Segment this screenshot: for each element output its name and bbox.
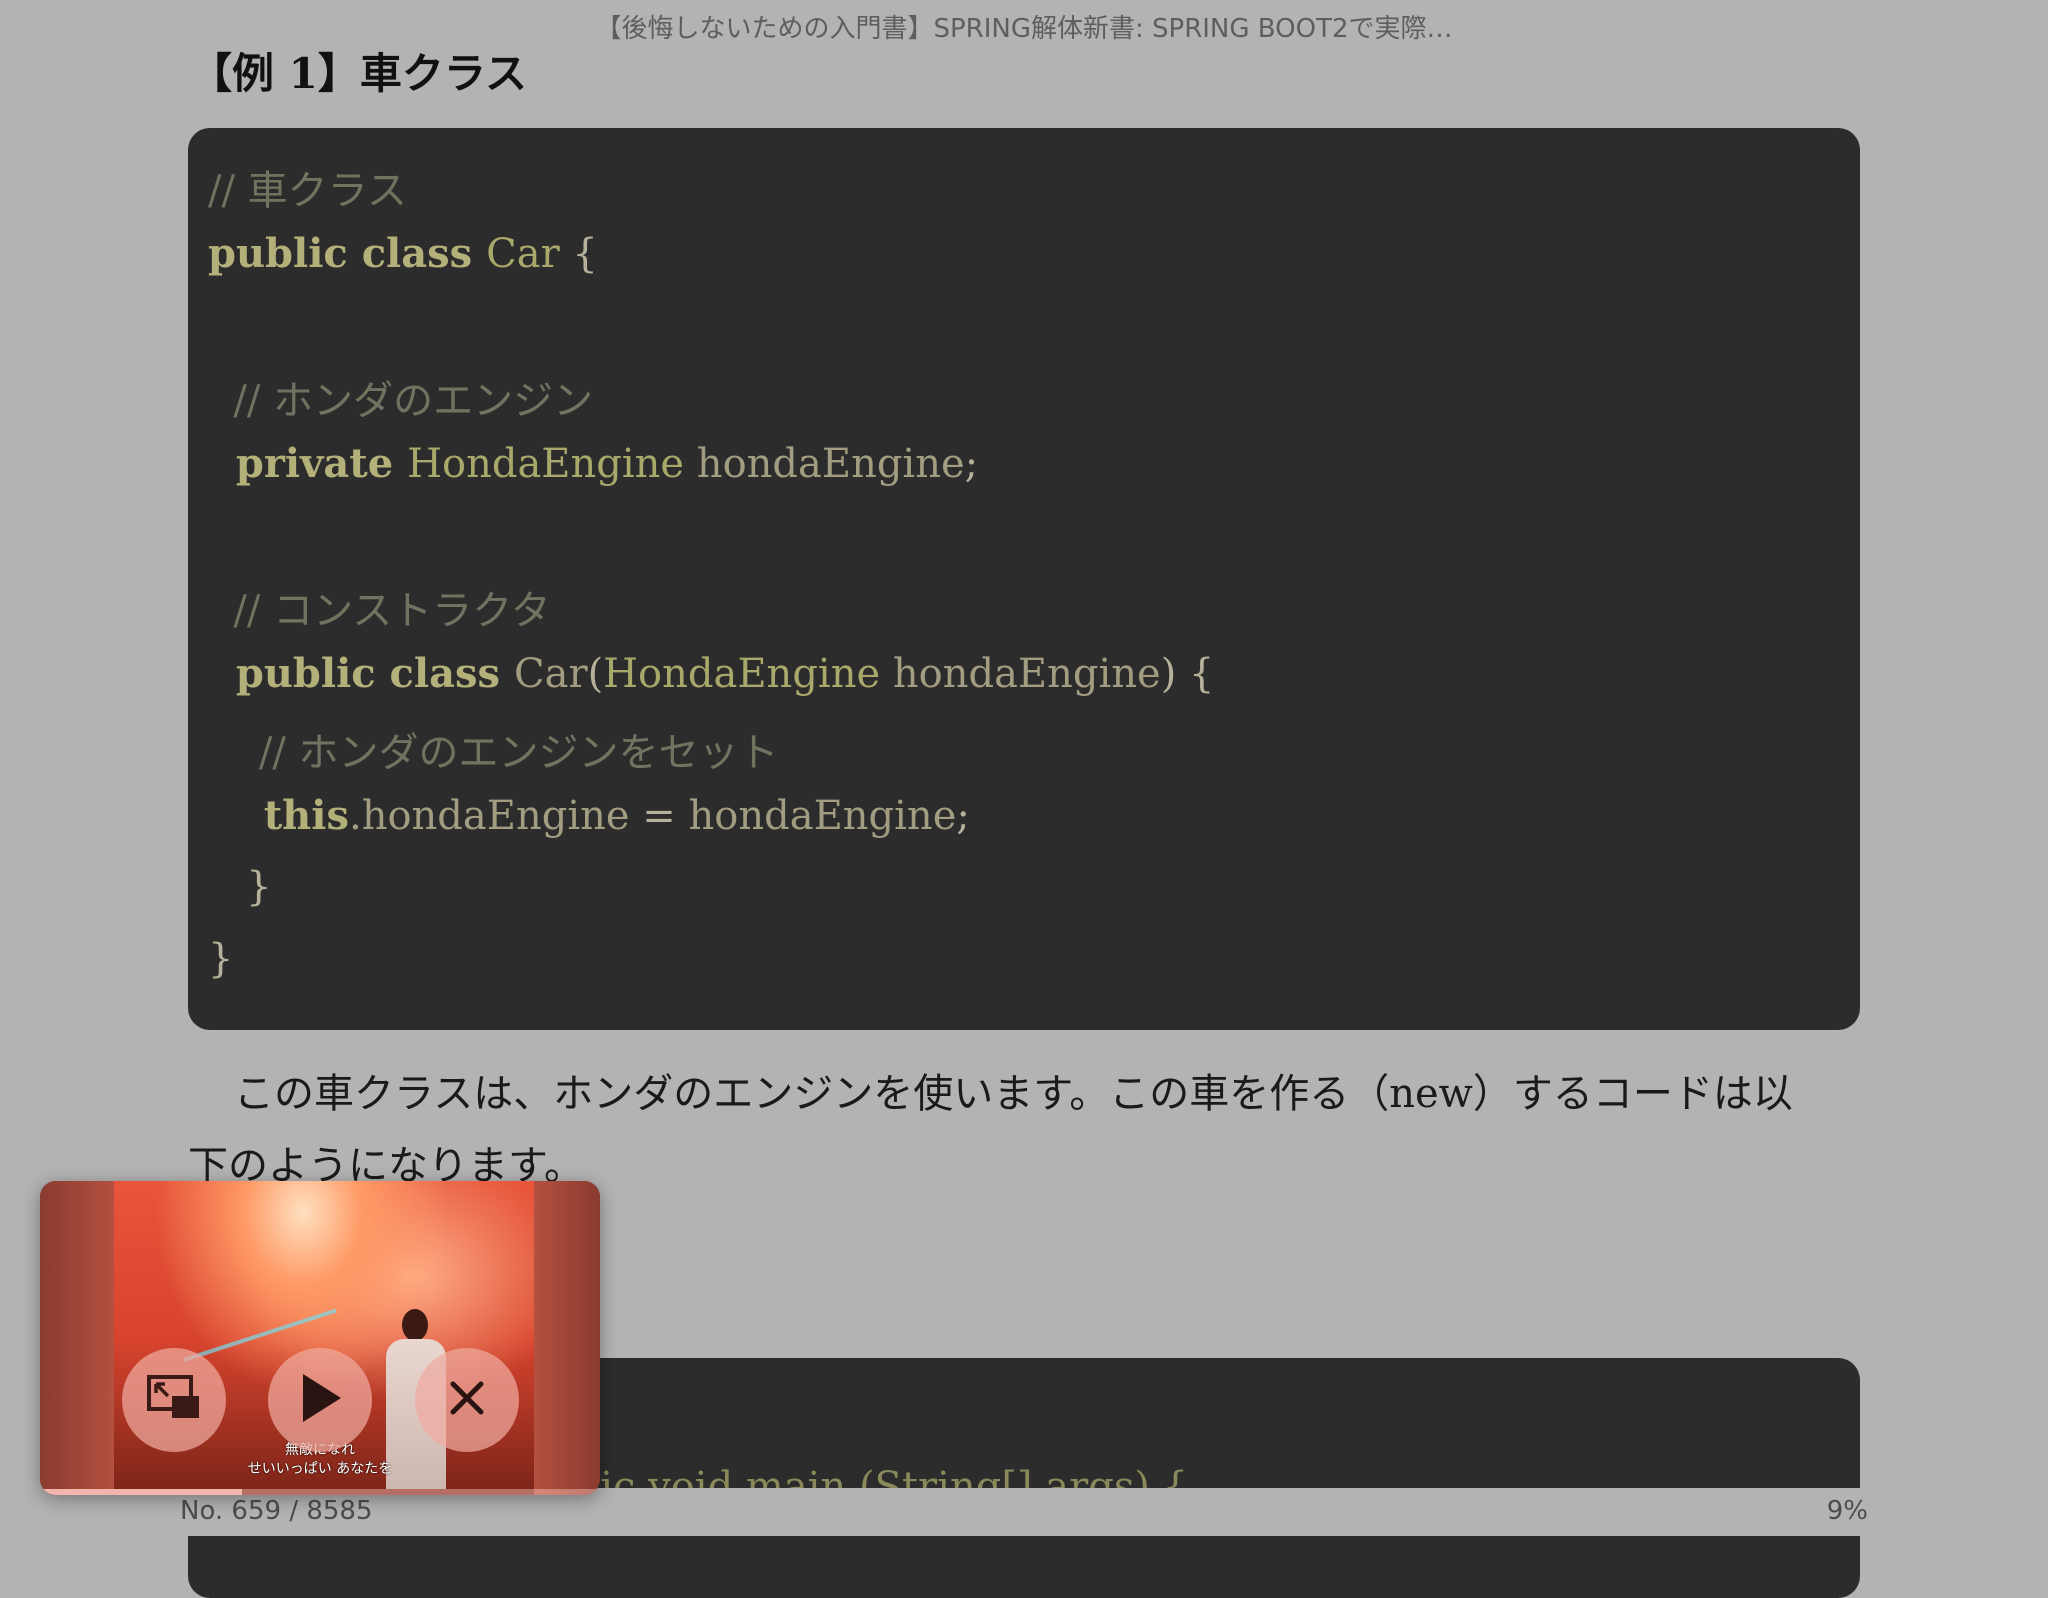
pip-progress-fill	[40, 1489, 242, 1495]
section-heading: 【例 1】車クラス	[190, 49, 528, 98]
code-line: }	[208, 864, 272, 910]
code-line: this.hondaEngine = hondaEngine;	[208, 792, 970, 839]
play-button[interactable]	[268, 1348, 372, 1452]
code-token: ;	[956, 793, 970, 839]
code-line: }	[208, 936, 233, 982]
code-token: hondaEngine	[880, 651, 1161, 697]
code-token: .hondaEngine	[348, 793, 630, 839]
picture-in-picture-video[interactable]: 無敵になれ せいいっぱい あなたを	[40, 1181, 600, 1495]
code-token: Car	[486, 231, 560, 277]
code-block: // 車クラス public class Car { // ホンダのエンジン pr…	[188, 128, 1860, 1030]
video-subtitle-2: せいいっぱい あなたを	[247, 1461, 393, 1477]
code-line: // ホンダのエンジン	[208, 368, 593, 426]
progress-percent: 9%	[1826, 1496, 1868, 1526]
restore-window-icon	[146, 1374, 202, 1426]
play-icon	[295, 1370, 345, 1430]
code-token: =	[629, 793, 689, 839]
code-token: // ホンダのエンジンをセット	[208, 730, 779, 776]
code-line: public class Car(HondaEngine hondaEngine…	[208, 650, 1215, 697]
code-token: (	[587, 651, 604, 697]
code-token: hondaEngine	[688, 793, 957, 839]
code-token: this	[208, 792, 349, 839]
code-token: }	[208, 864, 272, 910]
code-token: Car	[513, 651, 588, 697]
code-token: }	[208, 936, 234, 982]
pip-progress-track[interactable]	[40, 1489, 600, 1495]
performer-head	[402, 1309, 428, 1341]
close-pip-button[interactable]	[415, 1348, 519, 1452]
code-token: // 車クラス	[208, 168, 407, 214]
paragraph-line-1: この車クラスは、ホンダのエンジンを使います。この車を作る（new）するコードは以	[234, 1071, 1793, 1117]
code-line: // ホンダのエンジンをセット	[208, 720, 779, 778]
code-token: HondaEngine	[603, 651, 881, 697]
code-token: {	[559, 231, 598, 277]
code-line: // コンストラクタ	[208, 578, 551, 636]
code-token: ) {	[1160, 651, 1215, 697]
location-indicator: No. 659 / 8585	[180, 1496, 373, 1526]
code-line: public class Car {	[208, 230, 598, 277]
code-token: // ホンダのエンジン	[208, 378, 594, 424]
code-token: hondaEngine	[684, 441, 965, 487]
code-token: public class	[208, 230, 487, 277]
code-token: public class	[208, 650, 514, 697]
code-token: ;	[964, 441, 979, 487]
code-line: private HondaEngine hondaEngine;	[208, 440, 978, 487]
restore-pip-button[interactable]	[122, 1348, 226, 1452]
code-token: HondaEngine	[407, 441, 685, 487]
close-icon	[447, 1378, 487, 1422]
code-token: private	[208, 440, 408, 487]
code-token: // コンストラクタ	[208, 588, 551, 634]
code-line: // 車クラス	[208, 158, 407, 216]
